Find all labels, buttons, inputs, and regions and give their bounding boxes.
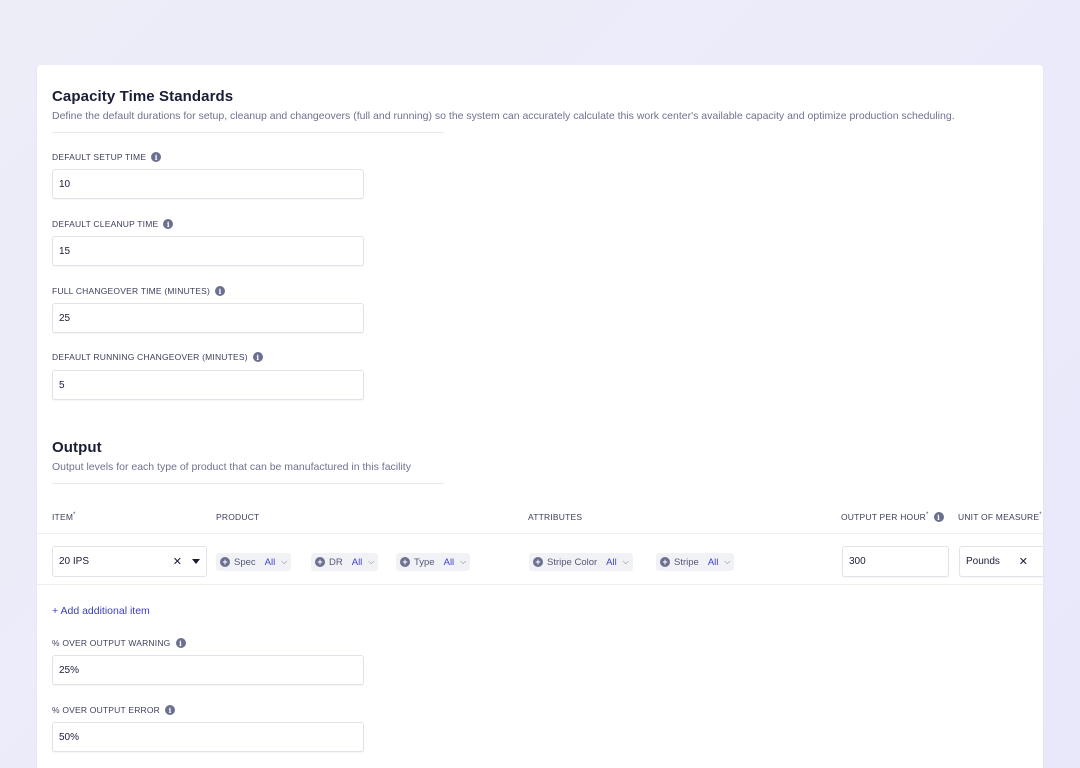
running-changeover-label: DEFAULT RUNNING CHANGEOVER (MINUTES) i xyxy=(52,352,263,362)
full-changeover-input[interactable] xyxy=(52,303,364,333)
plus-circle-icon: + xyxy=(220,557,230,567)
running-changeover-input[interactable] xyxy=(52,370,364,400)
column-header-item: ITEM* xyxy=(52,512,76,522)
filter-value: All xyxy=(707,556,719,568)
filter-name: Stripe xyxy=(674,556,699,568)
over-output-warning-input[interactable] xyxy=(52,655,364,685)
setup-time-label: DEFAULT SETUP TIME i xyxy=(52,152,162,162)
column-header-product: PRODUCT xyxy=(216,512,260,522)
setup-time-label-text: DEFAULT SETUP TIME xyxy=(52,152,147,162)
column-header-item-text: ITEM xyxy=(52,512,74,522)
output-per-hour-value: 300 xyxy=(849,556,866,567)
item-select-value: 20 IPS xyxy=(59,556,90,567)
column-header-unit-of-measure: UNIT OF MEASURE* xyxy=(958,512,1042,522)
unit-of-measure-select[interactable]: Pounds ✕ xyxy=(959,546,1043,577)
setup-time-input[interactable] xyxy=(52,169,364,199)
caret-down-icon[interactable] xyxy=(192,559,200,564)
plus-circle-icon: + xyxy=(660,557,670,567)
filter-name: Stripe Color xyxy=(547,556,598,568)
column-header-attributes: ATTRIBUTES xyxy=(528,512,583,522)
full-changeover-label: FULL CHANGEOVER TIME (MINUTES) i xyxy=(52,286,226,296)
capacity-divider xyxy=(52,132,444,133)
filter-value: All xyxy=(351,556,363,568)
filter-value: All xyxy=(443,556,455,568)
over-output-error-input[interactable] xyxy=(52,722,364,752)
plus-circle-icon: + xyxy=(533,557,543,567)
attribute-filter-stripe-color[interactable]: + Stripe Color All ⌵ xyxy=(529,553,633,571)
filter-name: Type xyxy=(414,556,435,568)
product-filter-spec[interactable]: + Spec All ⌵ xyxy=(216,553,292,571)
over-output-error-label-text: % OVER OUTPUT ERROR xyxy=(52,705,161,715)
attribute-filter-stripe[interactable]: + Stripe All ⌵ xyxy=(656,553,735,571)
plus-circle-icon: + xyxy=(400,557,410,567)
product-filter-dr[interactable]: + DR All ⌵ xyxy=(311,553,379,571)
info-icon[interactable]: i xyxy=(933,512,944,522)
cleanup-time-label-text: DEFAULT CLEANUP TIME xyxy=(52,219,159,229)
add-additional-item-link[interactable]: + Add additional item xyxy=(52,605,150,617)
chevron-down-icon: ⌵ xyxy=(368,557,375,566)
filter-value: All xyxy=(264,556,276,568)
info-icon[interactable]: i xyxy=(151,152,162,162)
info-icon[interactable]: i xyxy=(163,219,174,229)
chevron-down-icon: ⌵ xyxy=(460,557,467,566)
cleanup-time-label: DEFAULT CLEANUP TIME i xyxy=(52,219,174,229)
filter-value: All xyxy=(606,556,617,568)
close-icon[interactable]: ✕ xyxy=(173,555,182,568)
product-filter-type[interactable]: + Type All ⌵ xyxy=(396,553,471,571)
close-icon[interactable]: ✕ xyxy=(1019,555,1028,568)
cleanup-time-input[interactable] xyxy=(52,236,364,266)
capacity-section-description: Define the default durations for setup, … xyxy=(52,110,955,122)
over-output-warning-label: % OVER OUTPUT WARNING i xyxy=(52,638,186,648)
required-mark: * xyxy=(1039,512,1042,519)
info-icon[interactable]: i xyxy=(165,705,176,715)
settings-card: Capacity Time Standards Define the defau… xyxy=(37,65,1043,768)
plus-circle-icon: + xyxy=(315,557,325,567)
table-row-divider xyxy=(37,584,1043,585)
item-select[interactable]: 20 IPS ✕ xyxy=(52,546,207,577)
info-icon[interactable]: i xyxy=(215,286,226,296)
column-header-output-per-hour: OUTPUT PER HOUR* i xyxy=(841,512,944,522)
unit-of-measure-value: Pounds xyxy=(966,556,1000,567)
column-header-unit-text: UNIT OF MEASURE xyxy=(958,512,1040,522)
filter-name: Spec xyxy=(234,556,256,568)
output-section-title: Output xyxy=(52,439,102,456)
column-header-output-text: OUTPUT PER HOUR xyxy=(841,512,927,522)
output-section-description: Output levels for each type of product t… xyxy=(52,461,411,473)
output-divider xyxy=(52,483,444,484)
capacity-section-title: Capacity Time Standards xyxy=(52,88,234,105)
table-header-divider xyxy=(37,533,1043,534)
running-changeover-label-text: DEFAULT RUNNING CHANGEOVER (MINUTES) xyxy=(52,352,248,362)
info-icon[interactable]: i xyxy=(175,638,186,648)
chevron-down-icon: ⌵ xyxy=(622,557,629,566)
chevron-down-icon: ⌵ xyxy=(724,557,731,566)
required-mark: * xyxy=(73,512,76,519)
required-mark: * xyxy=(926,512,929,519)
over-output-warning-label-text: % OVER OUTPUT WARNING xyxy=(52,638,171,648)
output-per-hour-input[interactable]: 300 xyxy=(842,546,949,577)
filter-name: DR xyxy=(329,556,343,568)
info-icon[interactable]: i xyxy=(252,352,263,362)
chevron-down-icon: ⌵ xyxy=(281,557,288,566)
full-changeover-label-text: FULL CHANGEOVER TIME (MINUTES) xyxy=(52,286,211,296)
over-output-error-label: % OVER OUTPUT ERROR i xyxy=(52,705,176,715)
